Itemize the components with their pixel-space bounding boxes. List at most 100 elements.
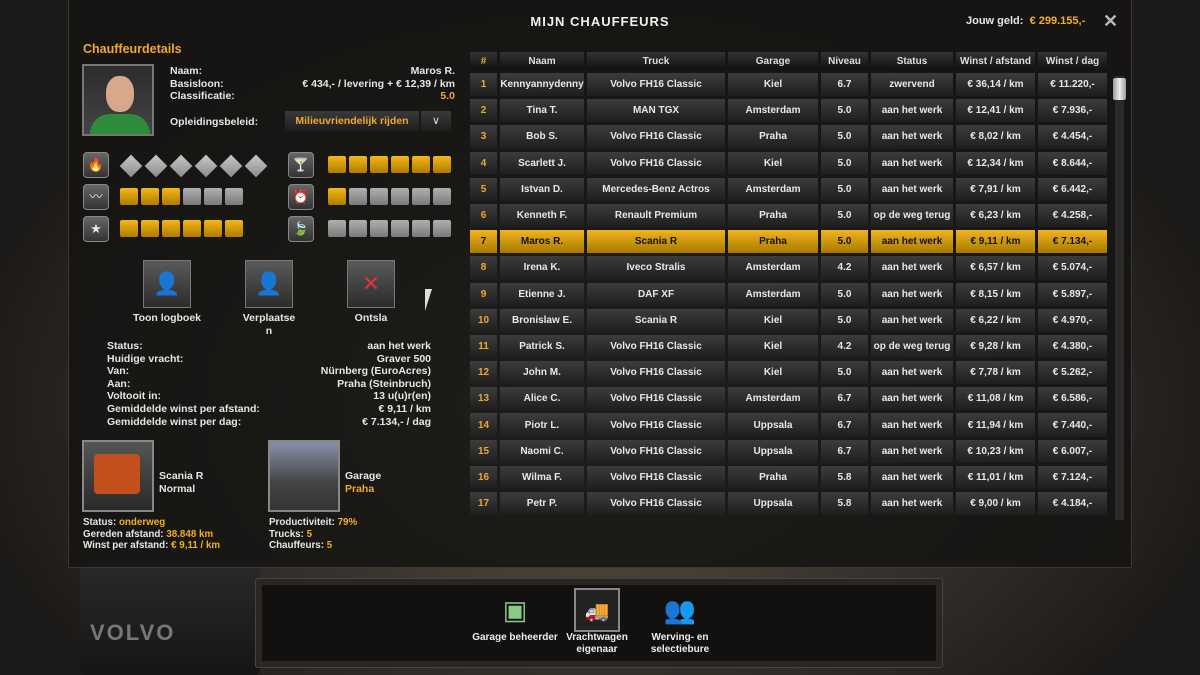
table-cell: Bronislaw E. [500, 308, 584, 332]
table-cell: 14 [470, 413, 497, 437]
garage-thumbnail[interactable] [268, 440, 340, 512]
table-cell: Volvo FH16 Classic [587, 413, 725, 437]
fire-button[interactable]: ✕ [347, 260, 395, 308]
table-cell: Scania R [587, 230, 725, 254]
recruitment-icon: 👥 [663, 595, 697, 625]
table-cell: 4.2 [821, 256, 868, 280]
table-cell: Renault Premium [587, 203, 725, 228]
column-header[interactable]: Naam [500, 52, 584, 70]
table-row[interactable]: 9 Etienne J. DAF XF Amsterdam 5.0 aan het wer… [470, 282, 1107, 306]
table-cell: 5.0 [821, 282, 868, 306]
table-row[interactable]: 2 Tina T. MAN TGX Amsterdam 5.0 aan het werk €… [470, 99, 1107, 123]
driver-summary: Naam: Maros R. Basisloon: € 434,- / leveri… [170, 65, 455, 103]
table-row[interactable]: 7 Maros R. Scania R Praha 5.0 aan het werk € 9… [470, 230, 1107, 254]
column-header[interactable]: Garage [728, 52, 818, 70]
table-cell: 1 [470, 73, 497, 97]
fire-label: Ontsla [354, 312, 388, 324]
table-cell: DAF XF [587, 282, 725, 306]
background-truck: VOLVO [80, 560, 260, 675]
table-row[interactable]: 14 Piotr L. Volvo FH16 Classic Uppsala 6.7 aa… [470, 413, 1107, 437]
table-row[interactable]: 6 Kenneth F. Renault Premium Praha 5.0 op de … [470, 203, 1107, 228]
skill-cell [349, 156, 367, 173]
table-cell: 17 [470, 492, 497, 516]
logbook-button[interactable]: 👤 [143, 260, 191, 308]
table-row[interactable]: 13 Alice C. Volvo FH16 Classic Amsterdam 6.7… [470, 387, 1107, 411]
table-cell: 9 [470, 282, 497, 306]
table-row[interactable]: 16 Wilma F. Volvo FH16 Classic Praha 5.8 aan … [470, 465, 1107, 489]
logbook-icon: 👤 [153, 271, 181, 296]
column-header[interactable]: Truck [587, 52, 725, 70]
job-info: Status: aan het werk Huidige vracht: Graver… [107, 340, 431, 428]
table-row[interactable]: 8 Irena K. Iveco Stralis Amsterdam 4.2 aan he… [470, 256, 1107, 280]
column-header[interactable]: Status [871, 52, 953, 70]
column-header[interactable]: Niveau [821, 52, 868, 70]
column-header[interactable]: Winst / afstand [956, 52, 1035, 70]
table-cell: Kiel [728, 73, 818, 97]
table-cell: Uppsala [728, 492, 818, 516]
table-cell: Volvo FH16 Classic [587, 387, 725, 411]
table-cell: 15 [470, 439, 497, 463]
table-cell: Praha [728, 125, 818, 149]
skill-level-bar [328, 188, 451, 205]
recruitment-button[interactable]: 👥 Werving- en selectiebure [635, 588, 725, 656]
table-row[interactable]: 17 Petr P. Volvo FH16 Classic Uppsala 5.8 aan… [470, 492, 1107, 516]
skill-cell [328, 156, 346, 173]
scrollbar-track[interactable] [1115, 76, 1124, 520]
table-cell: Tina T. [500, 99, 584, 123]
table-cell: Volvo FH16 Classic [587, 334, 725, 359]
mouse-cursor-icon [425, 289, 432, 311]
table-row[interactable]: 4 Scarlett J. Volvo FH16 Classic Kiel 5.0 aan… [470, 151, 1107, 175]
table-cell: 5.0 [821, 151, 868, 175]
table-cell: Kiel [728, 334, 818, 359]
table-cell: Etienne J. [500, 282, 584, 306]
table-row[interactable]: 15 Naomi C. Volvo FH16 Classic Uppsala 6.7 aa… [470, 439, 1107, 463]
table-cell: € 6,57 / km [956, 256, 1035, 280]
move-label: Verplaatsen [242, 312, 296, 337]
table-cell: Iveco Stralis [587, 256, 725, 280]
chevron-down-icon[interactable]: ∨ [421, 111, 451, 131]
garage-manager-button[interactable]: ▣ Garage beheerder [470, 588, 560, 644]
column-header[interactable]: Winst / dag [1038, 52, 1107, 70]
skill-cell [120, 188, 138, 205]
skill-level-bar [328, 156, 451, 173]
skill-cell [391, 188, 409, 205]
skill-cell [219, 154, 243, 178]
table-cell: € 7.134,- [1038, 230, 1107, 254]
table-cell: aan het werk [871, 492, 953, 516]
table-row[interactable]: 12 John M. Volvo FH16 Classic Kiel 5.0 aan he… [470, 361, 1107, 385]
garage-manager-icon: ▣ [502, 595, 528, 625]
table-cell: € 4.380,- [1038, 334, 1107, 359]
table-row[interactable]: 10 Bronislaw E. Scania R Kiel 5.0 aan het wer… [470, 308, 1107, 332]
table-cell: Kenneth F. [500, 203, 584, 228]
skill-cell [433, 220, 451, 237]
table-cell: Amsterdam [728, 387, 818, 411]
skill-level-bar [119, 154, 268, 178]
truck-owner-button[interactable]: 🚚 Vrachtwagen eigenaar [552, 588, 642, 656]
skill-cell [204, 220, 222, 237]
close-icon[interactable]: ✕ [1103, 11, 1118, 32]
table-cell: 4.2 [821, 334, 868, 359]
high-value-cargo-icon: ★ [83, 216, 109, 242]
table-cell: 5.0 [821, 308, 868, 332]
skill-cell [349, 188, 367, 205]
table-row[interactable]: 11 Patrick S. Volvo FH16 Classic Kiel 4.2 op … [470, 334, 1107, 359]
info-row: Van: Nürnberg (EuroAcres) [107, 365, 431, 378]
skill-cell [144, 154, 168, 178]
table-cell: € 7.440,- [1038, 413, 1107, 437]
table-cell: € 36,14 / km [956, 73, 1035, 97]
training-dropdown[interactable]: Milieuvriendelijk rijden [285, 111, 419, 131]
table-row[interactable]: 1 Kennyannydenny Volvo FH16 Classic Kiel 6.7… [470, 73, 1107, 97]
scrollbar-thumb[interactable] [1113, 78, 1126, 100]
move-button[interactable]: 👤 [245, 260, 293, 308]
column-header[interactable]: # [470, 52, 497, 70]
table-cell: Praha [728, 465, 818, 489]
truck-thumbnail[interactable] [82, 440, 154, 512]
table-cell: Amsterdam [728, 177, 818, 201]
table-cell: € 6.586,- [1038, 387, 1107, 411]
table-cell: aan het werk [871, 99, 953, 123]
table-row[interactable]: 5 Istvan D. Mercedes-Benz Actros Amsterdam 5… [470, 177, 1107, 201]
skill-cell [141, 220, 159, 237]
table-row[interactable]: 3 Bob S. Volvo FH16 Classic Praha 5.0 aan het… [470, 125, 1107, 149]
table-cell: Kennyannydenny [500, 73, 584, 97]
just-in-time-icon: ⏰ [288, 184, 314, 210]
